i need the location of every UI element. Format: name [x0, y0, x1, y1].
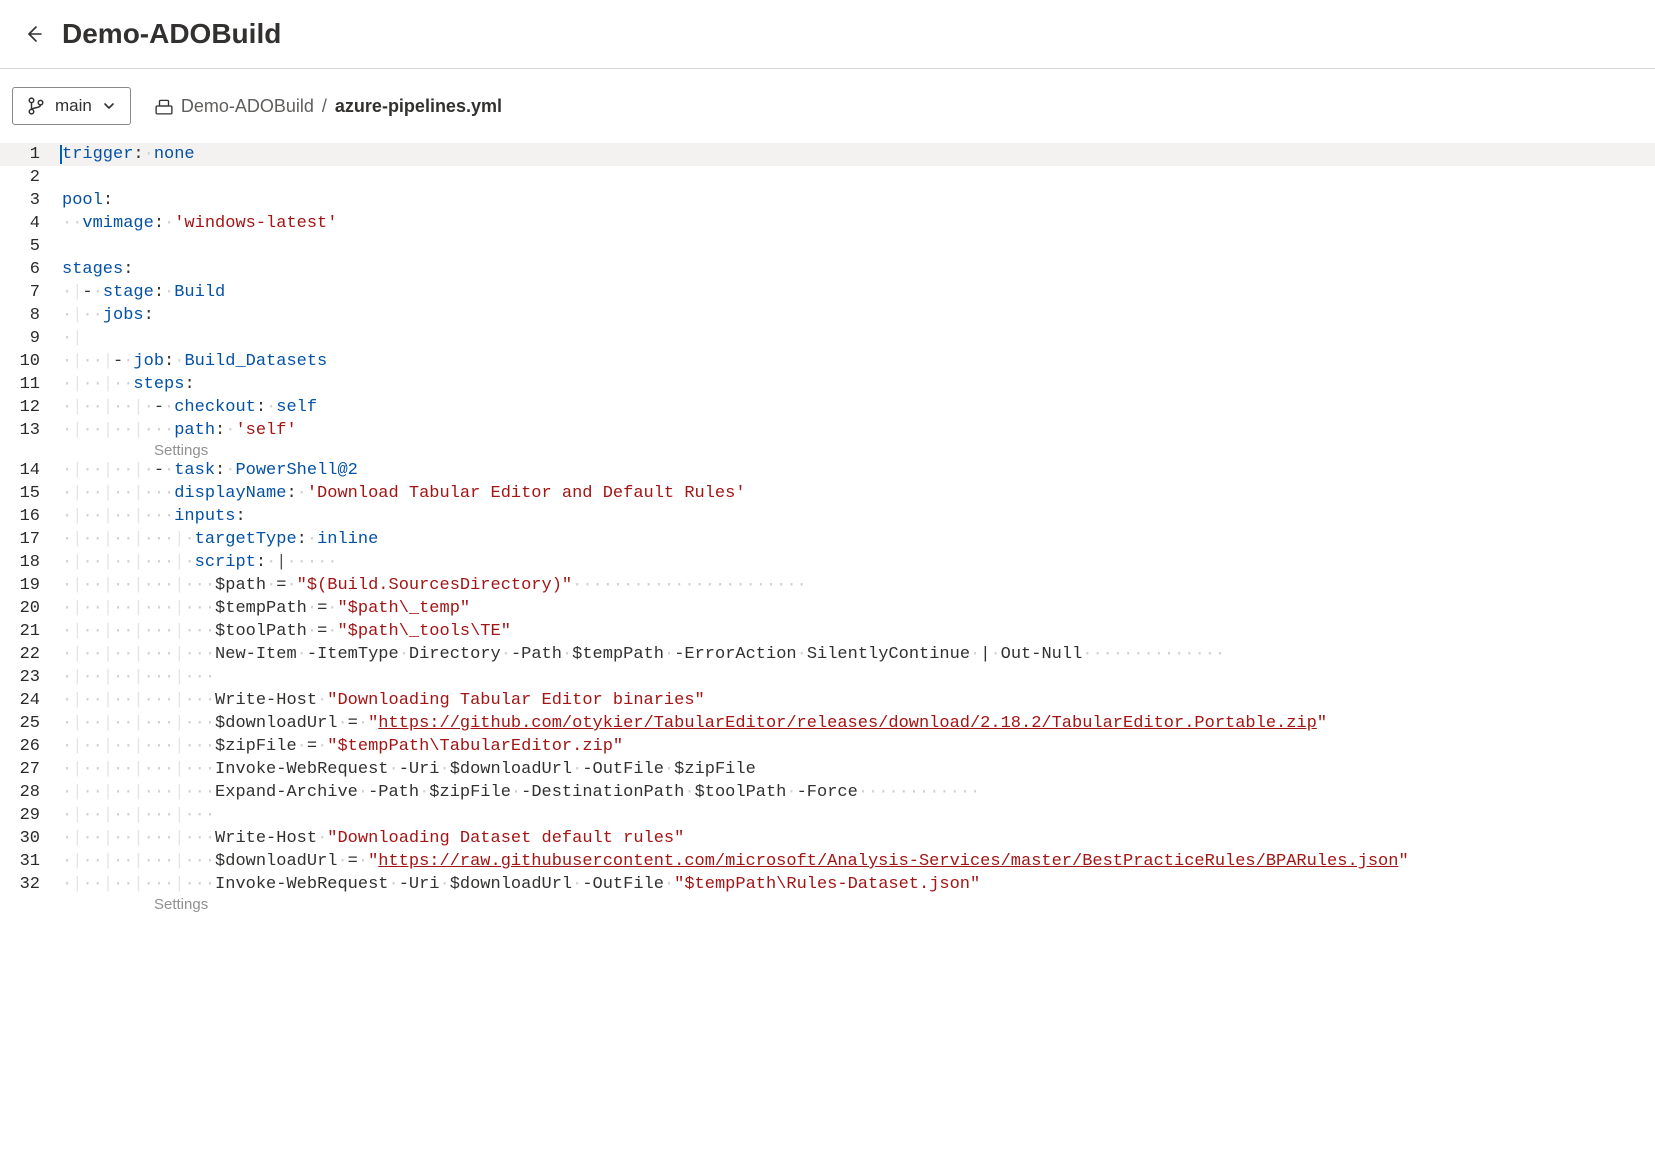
line-number: 21	[0, 620, 62, 643]
code-line: 8·|··jobs:	[0, 304, 1655, 327]
code-line: 18·|··|··|···|·script:·|·····	[0, 551, 1655, 574]
code-line: 16·|··|··|···inputs:	[0, 505, 1655, 528]
line-number: 28	[0, 781, 62, 804]
code-line: 20·|··|··|···|···$tempPath·=·"$path\_tem…	[0, 597, 1655, 620]
codelens[interactable]: Settings	[0, 896, 1655, 913]
code-line: 2	[0, 166, 1655, 189]
line-number: 26	[0, 735, 62, 758]
line-number: 1	[0, 143, 62, 166]
code-line: 9·|	[0, 327, 1655, 350]
line-number: 2	[0, 166, 62, 189]
line-number: 31	[0, 850, 62, 873]
line-number: 30	[0, 827, 62, 850]
code-line: 15·|··|··|···displayName:·'Download Tabu…	[0, 482, 1655, 505]
breadcrumb-separator: /	[322, 96, 327, 117]
code-line: 10·|··|-·job:·Build_Datasets	[0, 350, 1655, 373]
code-line: 27·|··|··|···|···Invoke-WebRequest·-Uri·…	[0, 758, 1655, 781]
line-number: 16	[0, 505, 62, 528]
branch-name: main	[55, 96, 92, 116]
line-number: 9	[0, 327, 62, 350]
line-number: 8	[0, 304, 62, 327]
code-line: 24·|··|··|···|···Write-Host·"Downloading…	[0, 689, 1655, 712]
code-line: 30·|··|··|···|···Write-Host·"Downloading…	[0, 827, 1655, 850]
code-line: 5	[0, 235, 1655, 258]
code-line: 1trigger:·none	[0, 143, 1655, 166]
line-number: 23	[0, 666, 62, 689]
code-line: 4··vmimage:·'windows-latest'	[0, 212, 1655, 235]
line-number: 6	[0, 258, 62, 281]
back-button[interactable]	[18, 18, 50, 50]
code-line: 23·|··|··|···|···	[0, 666, 1655, 689]
branch-icon	[27, 97, 45, 115]
line-number: 14	[0, 459, 62, 482]
code-line: 14·|··|··|·-·task:·PowerShell@2	[0, 459, 1655, 482]
line-number: 22	[0, 643, 62, 666]
line-number: 25	[0, 712, 62, 735]
line-number: 32	[0, 873, 62, 896]
line-number: 20	[0, 597, 62, 620]
toolbar: main Demo-ADOBuild / azure-pipelines.yml	[0, 69, 1655, 143]
line-number: 10	[0, 350, 62, 373]
line-number: 7	[0, 281, 62, 304]
breadcrumb: Demo-ADOBuild / azure-pipelines.yml	[155, 96, 502, 117]
line-number: 17	[0, 528, 62, 551]
code-line: 6stages:	[0, 258, 1655, 281]
line-number: 3	[0, 189, 62, 212]
code-line: 29·|··|··|···|···	[0, 804, 1655, 827]
line-number: 5	[0, 235, 62, 258]
repo-icon	[155, 97, 173, 115]
line-number: 18	[0, 551, 62, 574]
line-number: 11	[0, 373, 62, 396]
code-line: 19·|··|··|···|···$path·=·"$(Build.Source…	[0, 574, 1655, 597]
chevron-down-icon	[102, 99, 116, 113]
line-number: 4	[0, 212, 62, 235]
code-line: 21·|··|··|···|···$toolPath·=·"$path\_too…	[0, 620, 1655, 643]
line-number: 12	[0, 396, 62, 419]
download-url-link[interactable]: https://raw.githubusercontent.com/micros…	[378, 852, 1398, 871]
branch-selector[interactable]: main	[12, 87, 131, 125]
code-line: 13·|··|··|···path:·'self'	[0, 419, 1655, 442]
page-title: Demo-ADOBuild	[62, 18, 281, 50]
line-number: 29	[0, 804, 62, 827]
code-line: 12·|··|··|·-·checkout:·self	[0, 396, 1655, 419]
line-number: 27	[0, 758, 62, 781]
code-line: 28·|··|··|···|···Expand-Archive·-Path·$z…	[0, 781, 1655, 804]
codelens[interactable]: Settings	[0, 442, 1655, 459]
breadcrumb-file: azure-pipelines.yml	[335, 96, 502, 117]
code-line: 17·|··|··|···|·targetType:·inline	[0, 528, 1655, 551]
line-number: 13	[0, 419, 62, 442]
code-line: 32·|··|··|···|···Invoke-WebRequest·-Uri·…	[0, 873, 1655, 896]
line-number: 15	[0, 482, 62, 505]
code-line: 7·|-·stage:·Build	[0, 281, 1655, 304]
download-url-link[interactable]: https://github.com/otykier/TabularEditor…	[378, 714, 1317, 733]
code-line: 22·|··|··|···|···New-Item·-ItemType·Dire…	[0, 643, 1655, 666]
breadcrumb-repo[interactable]: Demo-ADOBuild	[181, 96, 314, 117]
line-number: 24	[0, 689, 62, 712]
code-line: 25·|··|··|···|···$downloadUrl·=·"https:/…	[0, 712, 1655, 735]
editor-header: Demo-ADOBuild	[0, 0, 1655, 68]
line-number: 19	[0, 574, 62, 597]
arrow-left-icon	[24, 24, 44, 44]
code-line: 11·|··|··steps:	[0, 373, 1655, 396]
code-editor[interactable]: 1trigger:·none 2 3pool: 4··vmimage:·'win…	[0, 143, 1655, 913]
code-line: 26·|··|··|···|···$zipFile·=·"$tempPath\T…	[0, 735, 1655, 758]
code-line: 31·|··|··|···|···$downloadUrl·=·"https:/…	[0, 850, 1655, 873]
code-line: 3pool:	[0, 189, 1655, 212]
